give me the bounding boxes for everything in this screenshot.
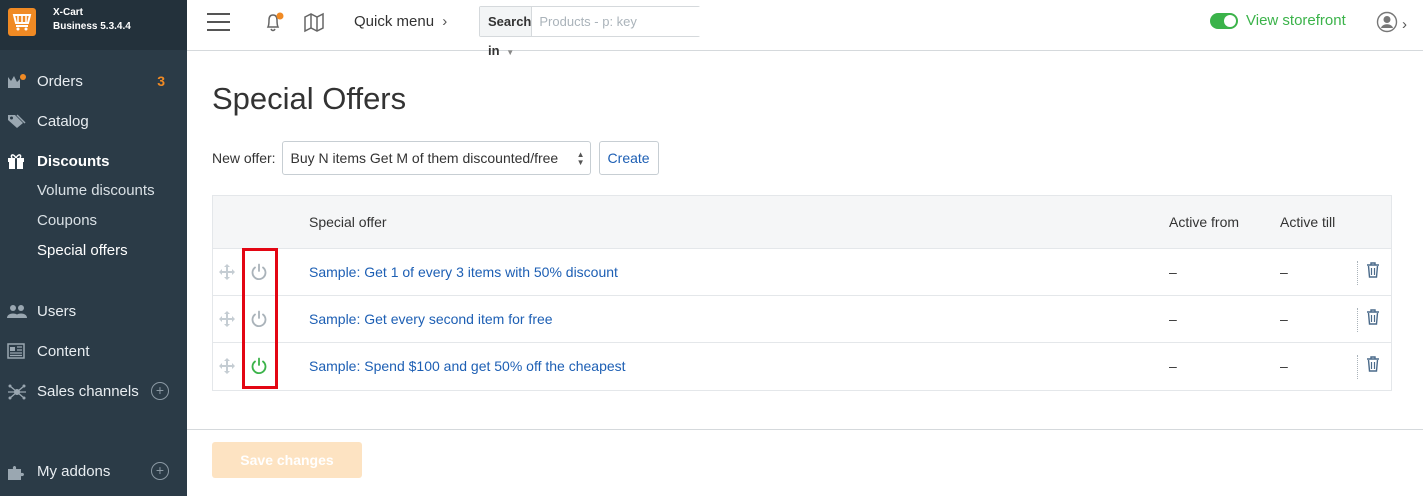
offer-type-selected: Buy N items Get M of them discounted/fre… — [290, 150, 559, 166]
search-box: Search in ▼ — [479, 6, 716, 58]
active-till-value: – — [1280, 264, 1288, 280]
drag-move-icon[interactable] — [219, 311, 235, 330]
view-storefront-label: View storefront — [1246, 12, 1346, 29]
tag-icon — [7, 113, 26, 129]
new-offer-label: New offer: — [212, 150, 276, 166]
row-separator — [1357, 308, 1358, 332]
highlight-box-power-toggles — [242, 248, 278, 389]
sidebar-item-label: Sales channels — [37, 382, 139, 400]
active-till-value: – — [1280, 358, 1288, 374]
sidebar-subitem-coupons[interactable]: Coupons — [37, 212, 97, 229]
offer-type-select[interactable]: Buy N items Get M of them discounted/fre… — [281, 141, 591, 175]
new-offer-row: New offer: Buy N items Get M of them dis… — [212, 141, 659, 175]
view-storefront-toggle[interactable]: View storefront — [1210, 12, 1346, 29]
column-header-active-from[interactable]: Active from — [1169, 214, 1239, 230]
page-title: Special Offers — [212, 81, 407, 116]
network-icon — [7, 383, 26, 400]
search-scope-dropdown[interactable]: Search in ▼ — [480, 7, 533, 58]
sidebar-item-label: Orders — [37, 72, 83, 90]
main-content: Special Offers New offer: Buy N items Ge… — [187, 51, 1423, 496]
sidebar-item-my-addons[interactable]: My addons + — [0, 456, 187, 486]
sidebar-item-label: Catalog — [37, 112, 89, 130]
row-separator — [1357, 355, 1358, 379]
select-arrows-icon: ▲ ▼ — [576, 150, 585, 167]
drag-move-icon[interactable] — [219, 358, 235, 377]
sidebar-item-users[interactable]: Users — [0, 296, 187, 326]
offer-link[interactable]: Sample: Spend $100 and get 50% off the c… — [309, 358, 626, 374]
offer-link[interactable]: Sample: Get 1 of every 3 items with 50% … — [309, 264, 618, 280]
user-avatar-icon — [1376, 11, 1398, 38]
sidebar-item-content[interactable]: Content — [0, 336, 187, 366]
store-map-icon[interactable] — [303, 11, 325, 38]
quick-menu[interactable]: Quick menu › — [354, 13, 447, 30]
puzzle-icon — [7, 463, 25, 480]
sidebar-subitem-special-offers[interactable]: Special offers — [37, 242, 128, 259]
top-bar: Quick menu › Search in ▼ View storefront… — [187, 0, 1423, 58]
active-till-value: – — [1280, 311, 1288, 327]
table-header: Special offer Active from Active till — [213, 196, 1391, 249]
table-row: Sample: Get every second item for free –… — [213, 296, 1391, 343]
trash-icon[interactable] — [1366, 356, 1380, 375]
quick-menu-label: Quick menu — [354, 13, 435, 30]
orders-count-badge: 3 — [157, 73, 165, 89]
footer-divider — [187, 429, 1423, 430]
table-row: Sample: Spend $100 and get 50% off the c… — [213, 343, 1391, 390]
sidebar-item-label: Discounts — [37, 152, 110, 170]
offer-link[interactable]: Sample: Get every second item for free — [309, 311, 553, 327]
hamburger-menu-icon[interactable] — [207, 13, 230, 31]
drag-move-icon[interactable] — [219, 264, 235, 283]
trash-icon[interactable] — [1366, 309, 1380, 328]
expand-plus-icon[interactable]: + — [151, 462, 169, 480]
sidebar-subitem-volume-discounts[interactable]: Volume discounts — [37, 182, 155, 199]
search-input[interactable] — [532, 7, 716, 36]
xcart-logo-icon — [8, 8, 36, 36]
special-offers-table: Special offer Active from Active till Sa… — [212, 195, 1392, 391]
row-separator — [1357, 261, 1358, 285]
sidebar-item-sales-channels[interactable]: Sales channels + — [0, 376, 187, 406]
user-menu[interactable]: › — [1376, 11, 1407, 38]
gift-icon — [7, 153, 25, 169]
sidebar: X-Cart Business 5.3.4.4 Orders 3 Catalog — [0, 0, 187, 496]
sidebar-item-label: My addons — [37, 462, 111, 480]
brand-version: Business 5.3.4.4 — [53, 21, 131, 32]
orders-icon — [7, 73, 26, 89]
chevron-right-icon: › — [442, 13, 448, 30]
brand-header[interactable]: X-Cart Business 5.3.4.4 — [0, 0, 187, 50]
notification-bell-icon[interactable] — [263, 11, 285, 38]
brand-name: X-Cart — [53, 7, 84, 18]
table-row: Sample: Get 1 of every 3 items with 50% … — [213, 249, 1391, 296]
sidebar-item-catalog[interactable]: Catalog — [0, 106, 187, 136]
column-header-special-offer[interactable]: Special offer — [309, 214, 387, 230]
toggle-switch-icon[interactable] — [1210, 12, 1238, 29]
trash-icon[interactable] — [1366, 262, 1380, 281]
active-from-value: – — [1169, 358, 1177, 374]
chevron-right-icon: › — [1402, 16, 1407, 33]
expand-plus-icon[interactable]: + — [151, 382, 169, 400]
content-icon — [7, 343, 25, 359]
sidebar-item-orders[interactable]: Orders 3 — [0, 66, 187, 96]
sidebar-item-label: Content — [37, 342, 90, 360]
active-from-value: – — [1169, 264, 1177, 280]
users-icon — [7, 303, 27, 319]
sidebar-item-label: Users — [37, 302, 77, 320]
create-button[interactable]: Create — [598, 141, 659, 175]
save-changes-button[interactable]: Save changes — [212, 442, 362, 478]
sidebar-item-discounts[interactable]: Discounts — [0, 146, 187, 176]
active-from-value: – — [1169, 311, 1177, 327]
column-header-active-till[interactable]: Active till — [1280, 214, 1335, 230]
